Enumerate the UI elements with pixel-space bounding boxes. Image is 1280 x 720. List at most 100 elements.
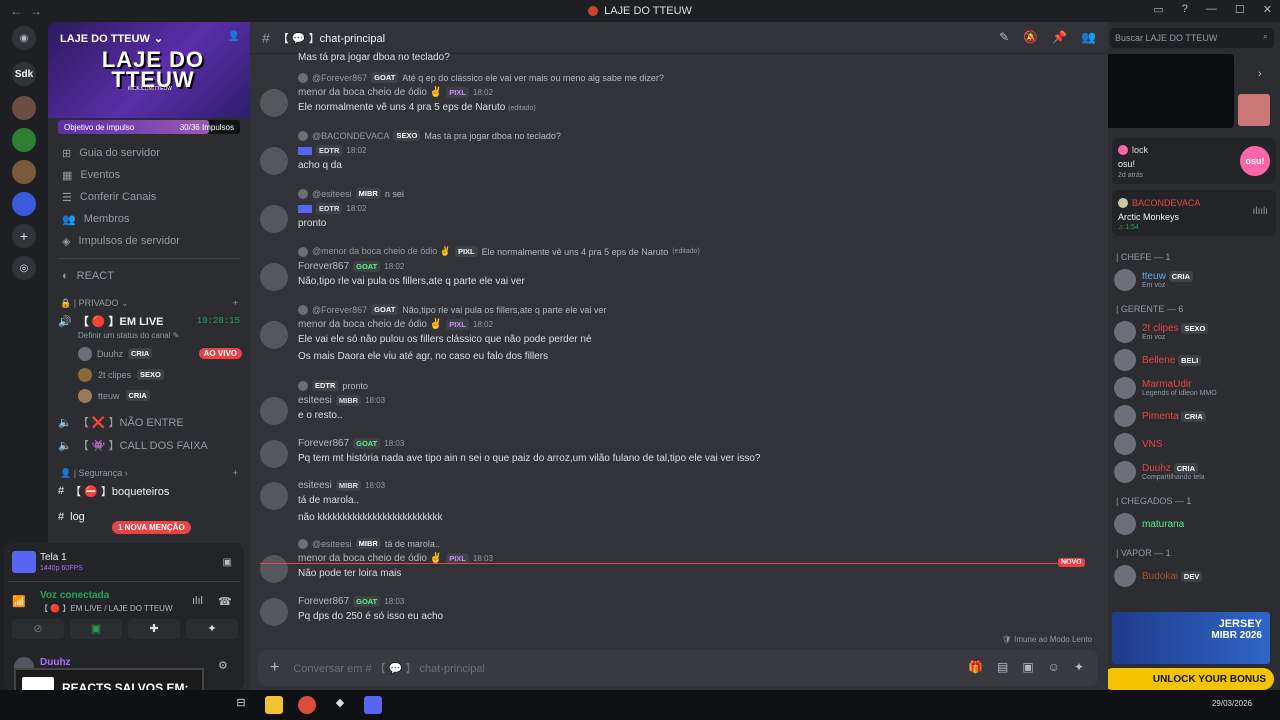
- menu-browse-channels[interactable]: ☰ Conferir Canais: [48, 186, 250, 208]
- channel-react[interactable]: ◐ REACT: [48, 265, 250, 287]
- close-button[interactable]: ✕: [1263, 3, 1272, 16]
- avatar[interactable]: [260, 598, 288, 626]
- app-icon[interactable]: ◆: [331, 696, 349, 714]
- promo-banner[interactable]: JERSEY MIBR 2026: [1112, 612, 1270, 664]
- avatar[interactable]: [260, 397, 288, 425]
- task-view-icon[interactable]: ⊟: [232, 696, 250, 714]
- member-row[interactable]: Duuhz CRIA Compartilhando tela: [1108, 458, 1280, 486]
- voice-user[interactable]: 2t clipes SEXO: [48, 364, 250, 385]
- mention-badge[interactable]: 1 NOVA MENÇÃO: [112, 521, 191, 534]
- stop-stream-icon[interactable]: ▣: [223, 557, 232, 568]
- voice-channel-path[interactable]: 【 🔴 】EM LIVE / LAJE DO TTEUW: [40, 603, 173, 614]
- author-name[interactable]: esiteesi: [298, 395, 332, 406]
- avatar[interactable]: [260, 440, 288, 468]
- emoji-icon[interactable]: ☺: [1048, 660, 1060, 674]
- voice-user[interactable]: Duuhz CRIA AO VIVO: [48, 343, 250, 364]
- stream-thumb[interactable]: [1238, 94, 1270, 126]
- activity-card[interactable]: lock osu! 2d atrás osu!: [1112, 138, 1276, 184]
- add-server-icon[interactable]: +: [12, 224, 36, 248]
- chrome-icon[interactable]: [298, 696, 316, 714]
- avatar[interactable]: [260, 205, 288, 233]
- member-list-icon[interactable]: 👥: [1081, 30, 1096, 44]
- add-channel-icon[interactable]: +: [233, 298, 238, 308]
- music-card[interactable]: BACONDEVACA Arctic Monkeys ♫ 1:54 ılıılı: [1112, 190, 1276, 236]
- menu-members[interactable]: 👥 Membros: [48, 208, 250, 230]
- voice-status[interactable]: Voz conectada: [40, 590, 109, 601]
- member-row[interactable]: 2t clipes SEXO Em voz: [1108, 318, 1280, 346]
- avatar[interactable]: [260, 263, 288, 291]
- maximize-button[interactable]: ☐: [1235, 3, 1245, 16]
- add-attachment-icon[interactable]: +: [270, 659, 279, 677]
- menu-server-guide[interactable]: ⊞ Guia do servidor: [48, 142, 250, 164]
- reply-preview[interactable]: @esiteesi MIBR tá de marola..: [298, 538, 440, 549]
- category-private[interactable]: 🔒 | PRIVADO ⌄ +: [48, 295, 250, 311]
- member-row[interactable]: Bellene BELI: [1108, 346, 1280, 374]
- member-row[interactable]: VNS: [1108, 430, 1280, 458]
- disconnect-icon[interactable]: ☎: [218, 595, 232, 608]
- avatar[interactable]: [260, 321, 288, 349]
- apps-icon[interactable]: ✦: [1074, 660, 1084, 674]
- avatar[interactable]: [260, 89, 288, 117]
- threads-icon[interactable]: ✎: [999, 30, 1009, 44]
- message-composer[interactable]: + Conversar em # 【 💬 】 chat-principal 🎁 …: [258, 650, 1098, 686]
- signal-icon[interactable]: 📶: [12, 595, 26, 608]
- file-explorer-icon[interactable]: [265, 696, 283, 714]
- add-member-icon[interactable]: 👤: [228, 31, 240, 42]
- reply-preview[interactable]: EDTR pronto: [298, 380, 368, 391]
- help-icon[interactable]: ?: [1182, 3, 1188, 16]
- member-row[interactable]: MarmaUdir Legends of Idleon MMO: [1108, 374, 1280, 402]
- author-name[interactable]: Forever867: [298, 261, 349, 272]
- member-row[interactable]: Pimenta CRIA: [1108, 402, 1280, 430]
- stream-preview[interactable]: [1108, 54, 1234, 128]
- camera-off-button[interactable]: ⊘: [12, 619, 64, 639]
- avatar[interactable]: [260, 482, 288, 510]
- menu-events[interactable]: ▦ Eventos: [48, 164, 250, 186]
- soundboard-icon[interactable]: ılıl: [192, 595, 203, 607]
- author-name[interactable]: [298, 204, 312, 213]
- nav-arrows[interactable]: ←→: [10, 4, 50, 18]
- author-name[interactable]: menor da boca cheio de ódio ✌: [298, 87, 442, 98]
- server-icon-2[interactable]: [12, 128, 36, 152]
- category-security[interactable]: 👤 | Segurança › +: [48, 465, 250, 481]
- gift-icon[interactable]: 🎁: [968, 660, 983, 674]
- author-name[interactable]: menor da boca cheio de ódio ✌: [298, 319, 442, 330]
- chevron-right-icon[interactable]: ›: [1258, 68, 1262, 80]
- server-icon-3[interactable]: [12, 160, 36, 184]
- voice-user[interactable]: tteuw CRIA: [48, 385, 250, 406]
- boost-progress[interactable]: Objetivo de impulso 30/36 Impulsos: [58, 120, 240, 134]
- search-input[interactable]: Buscar LAJE DO TTEUW ⌕: [1110, 28, 1274, 48]
- server-icon-4[interactable]: [12, 192, 36, 216]
- pin-icon[interactable]: 📌: [1052, 30, 1067, 44]
- reply-preview[interactable]: @BACONDEVACA SEXO Mas tá pra jogar dboa no…: [298, 130, 561, 141]
- text-channel[interactable]: # 【 ⛔ 】boqueteiros: [48, 481, 250, 501]
- avatar[interactable]: [260, 555, 288, 583]
- discord-taskbar-icon[interactable]: [364, 696, 382, 714]
- sticker-icon[interactable]: ▣: [1022, 660, 1033, 674]
- author-name[interactable]: esiteesi: [298, 480, 332, 491]
- voice-channel-live[interactable]: 🔊 【 🔴 】EM LIVE 19:28:15: [48, 311, 250, 331]
- member-row[interactable]: Budokai DEV: [1108, 562, 1280, 590]
- inbox-icon[interactable]: ▭: [1153, 3, 1163, 16]
- discord-home-icon[interactable]: ◉: [12, 26, 36, 50]
- server-name[interactable]: LAJE DO TTEUW ⌄: [60, 32, 163, 46]
- soundboard-button[interactable]: ✦: [186, 619, 238, 639]
- username[interactable]: Duuhz: [40, 657, 71, 668]
- server-sdk[interactable]: Sdk: [12, 62, 36, 86]
- menu-server-boosts[interactable]: ◈ Impulsos de servidor: [48, 230, 250, 252]
- explore-icon[interactable]: ◎: [12, 256, 36, 280]
- minimize-button[interactable]: —: [1206, 3, 1217, 16]
- member-row[interactable]: maturana: [1108, 510, 1280, 538]
- unlock-bonus-overlay[interactable]: UNLOCK YOUR BONUS: [1108, 668, 1274, 690]
- server-icon-1[interactable]: [12, 96, 36, 120]
- reply-preview[interactable]: @Forever867 GOAT Não,tipo rle vai pula os …: [298, 304, 606, 315]
- reply-preview[interactable]: @menor da boca cheio de ódio ✌ PIXL Ele no…: [298, 246, 700, 257]
- mute-icon[interactable]: 🔕: [1023, 30, 1038, 44]
- voice-channel[interactable]: 🔈 【 👾 】CALL DOS FAIXA: [48, 435, 250, 455]
- settings-gear-icon[interactable]: ⚙: [218, 659, 228, 672]
- add-channel-icon[interactable]: +: [233, 468, 238, 478]
- member-row[interactable]: tteuw CRIA Em voz: [1108, 266, 1280, 294]
- server-banner[interactable]: LAJE DO TTEUW ⌄ 👤 LAJE DO TTEUW KICK.COM/…: [48, 22, 250, 118]
- reply-preview[interactable]: @Forever867 GOAT Até q ep do clássico ele …: [298, 72, 664, 83]
- author-name[interactable]: Forever867: [298, 438, 349, 449]
- avatar[interactable]: [260, 147, 288, 175]
